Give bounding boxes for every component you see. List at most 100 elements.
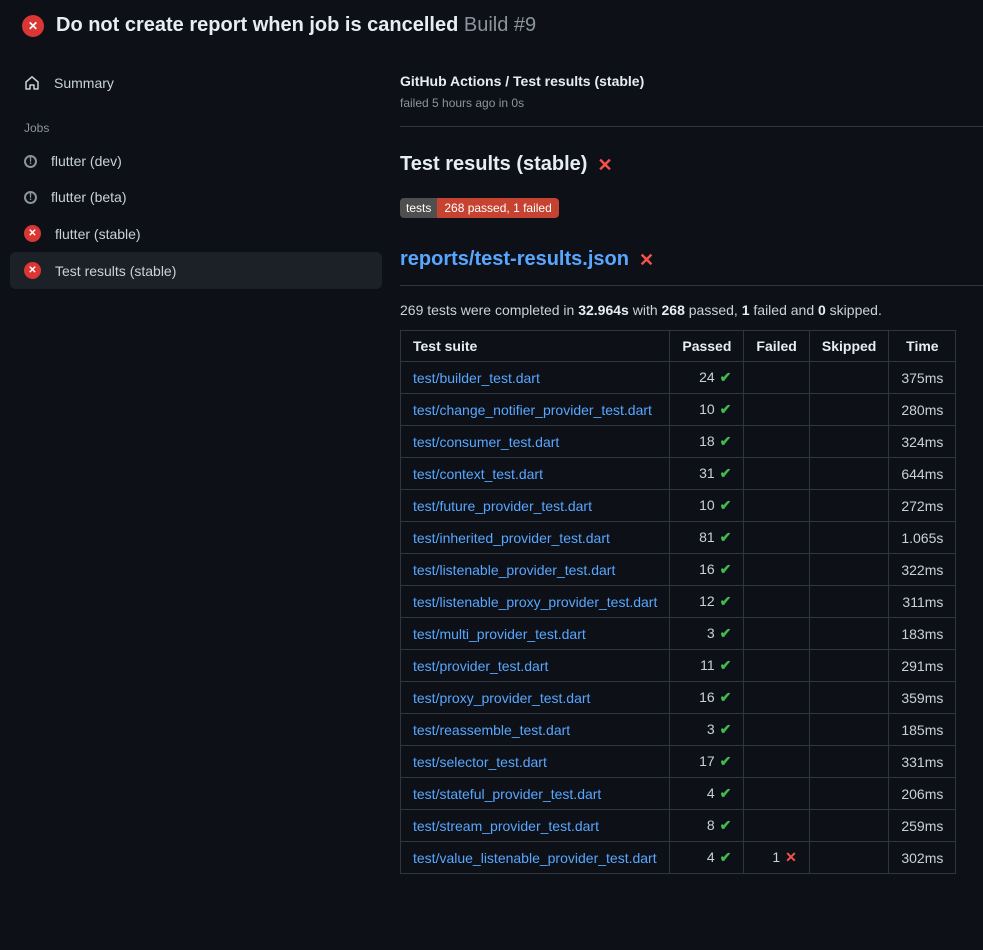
time-cell: 1.065s <box>889 522 956 554</box>
test-results-table: Test suitePassedFailedSkippedTime test/b… <box>400 330 956 874</box>
time-cell: 185ms <box>889 714 956 746</box>
time-cell: 311ms <box>889 586 956 618</box>
passed-cell: 3✔ <box>670 714 744 746</box>
suite-link[interactable]: test/selector_test.dart <box>413 754 547 770</box>
time-cell: 183ms <box>889 618 956 650</box>
suite-link[interactable]: test/context_test.dart <box>413 466 543 482</box>
suite-cell: test/reassemble_test.dart <box>401 714 670 746</box>
failed-cell <box>744 362 809 394</box>
check-icon: ✔ <box>720 401 732 417</box>
report-title-link[interactable]: reports/test-results.json <box>400 248 629 271</box>
page-layout: Summary Jobs !flutter (dev)!flutter (bet… <box>0 47 983 892</box>
suite-link[interactable]: test/value_listenable_provider_test.dart <box>413 850 657 866</box>
summary-segment: 269 tests were completed in <box>400 302 578 318</box>
badge-value: 268 passed, 1 failed <box>437 198 558 218</box>
suite-cell: test/multi_provider_test.dart <box>401 618 670 650</box>
suite-cell: test/value_listenable_provider_test.dart <box>401 842 670 874</box>
suite-cell: test/future_provider_test.dart <box>401 490 670 522</box>
table-row: test/provider_test.dart11✔291ms <box>401 650 956 682</box>
sidebar-item-job[interactable]: ✕flutter (stable) <box>10 215 382 252</box>
neutral-status-icon: ! <box>24 155 37 168</box>
passed-cell: 17✔ <box>670 746 744 778</box>
failed-status-icon: ✕ <box>24 225 41 242</box>
skipped-cell <box>809 586 888 618</box>
table-row: test/stream_provider_test.dart8✔259ms <box>401 810 956 842</box>
summary-line: 269 tests were completed in 32.964s with… <box>400 302 951 318</box>
skipped-cell <box>809 618 888 650</box>
skipped-cell <box>809 522 888 554</box>
check-icon: ✔ <box>720 753 732 769</box>
summary-segment: failed and <box>750 302 819 318</box>
suite-link[interactable]: test/reassemble_test.dart <box>413 722 570 738</box>
suite-cell: test/proxy_provider_test.dart <box>401 682 670 714</box>
check-icon: ✔ <box>720 785 732 801</box>
suite-link[interactable]: test/consumer_test.dart <box>413 434 559 450</box>
suite-cell: test/stateful_provider_test.dart <box>401 778 670 810</box>
table-header-row: Test suitePassedFailedSkippedTime <box>401 331 956 362</box>
run-status-line: failed 5 hours ago in 0s <box>400 96 951 110</box>
check-icon: ✔ <box>720 369 732 385</box>
suite-link[interactable]: test/stateful_provider_test.dart <box>413 786 601 802</box>
skipped-cell <box>809 554 888 586</box>
suite-cell: test/selector_test.dart <box>401 746 670 778</box>
suite-link[interactable]: test/listenable_proxy_provider_test.dart <box>413 594 657 610</box>
suite-link[interactable]: test/proxy_provider_test.dart <box>413 690 590 706</box>
passed-cell: 24✔ <box>670 362 744 394</box>
passed-cell: 8✔ <box>670 810 744 842</box>
passed-cell: 10✔ <box>670 394 744 426</box>
sidebar-item-job[interactable]: ! flutter (dev) <box>10 143 382 179</box>
sidebar-item-summary[interactable]: Summary <box>10 65 382 101</box>
failed-cell <box>744 586 809 618</box>
passed-cell: 16✔ <box>670 682 744 714</box>
suite-link[interactable]: test/change_notifier_provider_test.dart <box>413 402 652 418</box>
table-row: test/future_provider_test.dart10✔272ms <box>401 490 956 522</box>
suite-link[interactable]: test/stream_provider_test.dart <box>413 818 599 834</box>
suite-link[interactable]: test/multi_provider_test.dart <box>413 626 586 642</box>
table-row: test/stateful_provider_test.dart4✔206ms <box>401 778 956 810</box>
time-cell: 644ms <box>889 458 956 490</box>
failed-cell <box>744 810 809 842</box>
table-row: test/inherited_provider_test.dart81✔1.06… <box>401 522 956 554</box>
suite-link[interactable]: test/provider_test.dart <box>413 658 548 674</box>
suite-link[interactable]: test/listenable_provider_test.dart <box>413 562 615 578</box>
suite-cell: test/stream_provider_test.dart <box>401 810 670 842</box>
sidebar-item-job[interactable]: ✕Test results (stable) <box>10 252 382 289</box>
time-cell: 331ms <box>889 746 956 778</box>
passed-cell: 4✔ <box>670 778 744 810</box>
table-row: test/selector_test.dart 17✔ 331ms <box>401 746 956 778</box>
check-icon: ✔ <box>720 497 732 513</box>
divider <box>400 126 983 127</box>
report-failed-x-icon: ✕ <box>639 251 654 269</box>
job-label: flutter (dev) <box>51 153 122 169</box>
passed-cell: 16✔ <box>670 554 744 586</box>
check-icon: ✔ <box>720 465 732 481</box>
failed-cell <box>744 778 809 810</box>
suite-link[interactable]: test/future_provider_test.dart <box>413 498 592 514</box>
check-icon: ✔ <box>720 561 732 577</box>
main-content: GitHub Actions / Test results (stable) f… <box>392 47 983 892</box>
suite-link[interactable]: test/builder_test.dart <box>413 370 540 386</box>
suite-cell: test/context_test.dart <box>401 458 670 490</box>
failed-status-icon: ✕ <box>24 262 41 279</box>
summary-segment: skipped. <box>826 302 882 318</box>
failed-cell <box>744 490 809 522</box>
check-icon: ✔ <box>720 689 732 705</box>
passed-cell: 18✔ <box>670 426 744 458</box>
suite-cell: test/listenable_provider_test.dart <box>401 554 670 586</box>
suite-link[interactable]: test/inherited_provider_test.dart <box>413 530 610 546</box>
skipped-cell <box>809 650 888 682</box>
column-header: Failed <box>744 331 809 362</box>
header: ✕ Do not create report when job is cance… <box>0 0 983 47</box>
failed-cell <box>744 458 809 490</box>
summary-segment: 268 <box>662 302 685 318</box>
time-cell: 272ms <box>889 490 956 522</box>
sidebar-item-job[interactable]: !flutter (beta) <box>10 179 382 215</box>
failed-cell <box>744 714 809 746</box>
report-heading: reports/test-results.json ✕ <box>400 248 983 286</box>
skipped-cell <box>809 362 888 394</box>
time-cell: 359ms <box>889 682 956 714</box>
summary-segment: 1 <box>742 302 750 318</box>
skipped-cell <box>809 458 888 490</box>
suite-cell: test/provider_test.dart <box>401 650 670 682</box>
summary-segment: with <box>629 302 662 318</box>
